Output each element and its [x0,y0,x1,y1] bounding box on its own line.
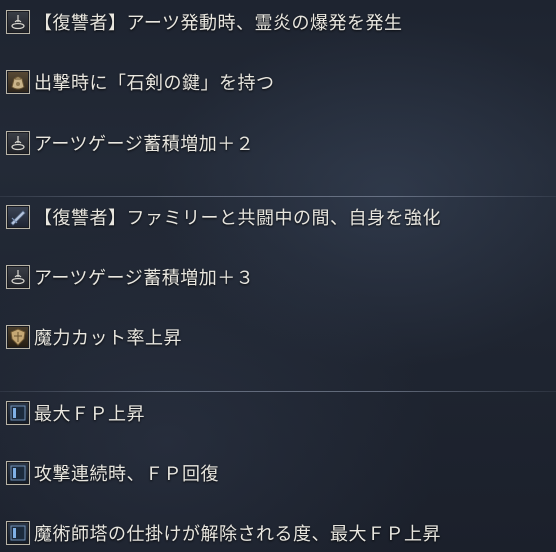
effect-label: 魔術師塔の仕掛けが解除される度、最大ＦＰ上昇 [34,524,441,545]
group-divider [0,391,556,392]
effect-label: アーツゲージ蓄積増加＋３ [34,268,255,289]
effects-panel: 【復讐者】アーツ発動時、霊炎の爆発を発生 出撃時に「石剣の鍵」を持つ アーツゲー… [0,0,556,552]
effect-label: 魔力カット率上昇 [34,328,182,349]
effect-label: 出撃時に「石剣の鍵」を持つ [34,73,275,94]
effect-label: アーツゲージ蓄積増加＋２ [34,134,255,155]
flask-icon [6,265,30,289]
flask-icon [6,10,30,34]
blue-frame-icon [6,401,30,425]
effect-label: 攻撃連続時、ＦＰ回復 [34,464,219,485]
flask-icon [6,131,30,155]
shield-icon [6,325,30,349]
effect-label: 【復讐者】ファミリーと共闘中の間、自身を強化 [34,208,441,229]
pouch-icon [6,70,30,94]
blue-frame-icon [6,521,30,545]
group-divider [0,196,556,197]
blade-icon [6,205,30,229]
effect-label: 最大ＦＰ上昇 [34,404,145,425]
blue-frame-icon [6,461,30,485]
effect-label: 【復讐者】アーツ発動時、霊炎の爆発を発生 [34,13,403,34]
